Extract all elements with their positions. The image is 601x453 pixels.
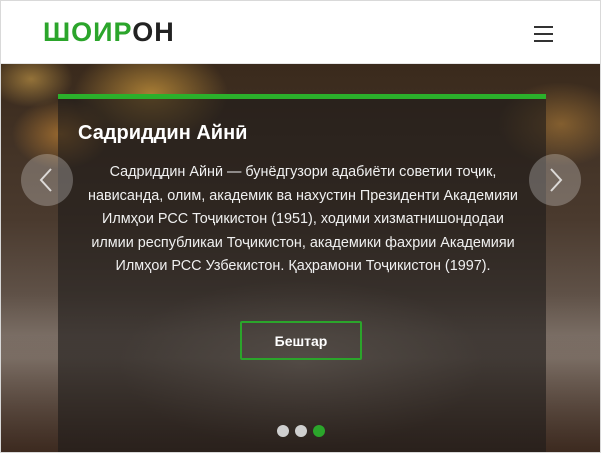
site-header: ШОИРОН: [1, 1, 600, 64]
chevron-right-icon: [550, 168, 563, 192]
slide-accent-bar: [58, 94, 546, 99]
hero-slider: Садриддин Айнӣ Садриддин Айнӣ — бунёдгуз…: [1, 64, 600, 452]
slide-description: Садриддин Айнӣ — бунёдгузори адабиёти со…: [88, 164, 518, 274]
slider-dot-1[interactable]: [277, 425, 289, 437]
slider-dot-3-active[interactable]: [313, 425, 325, 437]
chevron-left-icon: [39, 168, 52, 192]
slider-dot-2[interactable]: [295, 425, 307, 437]
slider-prev-button[interactable]: [21, 154, 73, 206]
slide-title: Садриддин Айнӣ: [78, 122, 248, 144]
slider-next-button[interactable]: [529, 154, 581, 206]
page-frame: ШОИРОН Садриддин Айнӣ Садриддин Айнӣ — б…: [0, 0, 601, 453]
menu-line: [534, 40, 553, 42]
hamburger-menu-icon[interactable]: [532, 23, 556, 45]
slider-pagination: [277, 424, 329, 438]
menu-line: [534, 33, 553, 35]
logo-dark-part: ОН: [132, 17, 175, 47]
more-button[interactable]: Бештар: [240, 321, 362, 360]
menu-line: [534, 26, 553, 28]
site-logo[interactable]: ШОИРОН: [43, 16, 175, 48]
logo-green-part: ШОИР: [43, 17, 133, 47]
